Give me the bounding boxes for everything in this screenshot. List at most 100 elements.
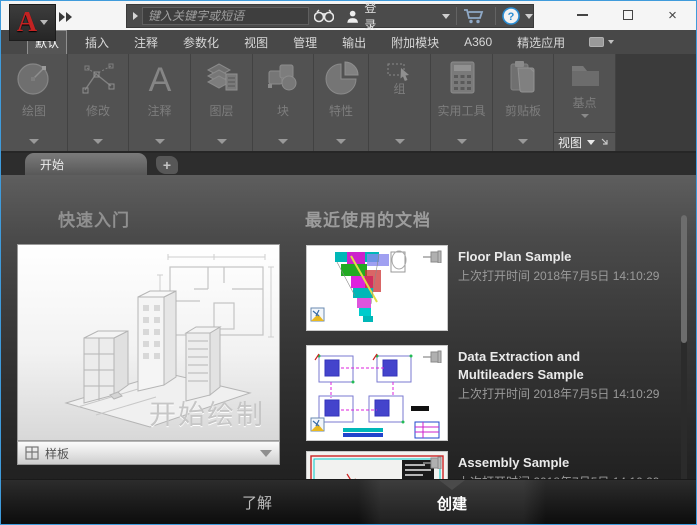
tab-output[interactable]: 输出	[335, 31, 373, 54]
panel-basepoint-expander[interactable]	[581, 114, 589, 118]
minimize-icon	[577, 14, 588, 16]
panel-utilities-expander[interactable]	[457, 139, 467, 144]
panel-group: 组	[369, 54, 431, 151]
tab-insert[interactable]: 插入	[78, 31, 116, 54]
panel-annotate-label: 注释	[129, 104, 190, 118]
panel-modify-label: 修改	[68, 104, 128, 118]
start-file-tab[interactable]: 开始	[25, 153, 147, 175]
panel-properties-expander[interactable]	[336, 139, 346, 144]
template-icon	[25, 446, 39, 460]
block-shapes-icon	[253, 58, 313, 98]
tab-parametric[interactable]: 参数化	[176, 31, 226, 54]
dwg-file-icon	[310, 307, 327, 327]
panel-basepoint-label: 基点	[554, 96, 615, 110]
ribbon-collapse-button[interactable]	[589, 37, 614, 47]
panel-utilities: 实用工具	[431, 54, 493, 151]
document-title: Floor Plan Sample	[458, 248, 659, 266]
quick-start-heading: 快速入门	[58, 206, 130, 231]
help-icon: ?	[502, 7, 520, 25]
logo-dropdown-icon	[40, 20, 48, 25]
panel-clipboard-expander[interactable]	[518, 139, 528, 144]
dwg-file-icon	[310, 417, 327, 437]
close-button[interactable]: ×	[650, 1, 695, 29]
search-prompt-icon	[133, 12, 138, 20]
panel-clipboard-label: 剪贴板	[493, 104, 553, 118]
help-dropdown-icon[interactable]	[525, 14, 533, 19]
panel-layers-expander[interactable]	[217, 139, 227, 144]
learn-button[interactable]: 了解	[201, 480, 313, 525]
maximize-button[interactable]	[605, 1, 650, 29]
recent-document-row[interactable]: Floor Plan Sample 上次打开时间 2018年7月5日 14:10…	[306, 245, 686, 331]
view-switcher-label: 视图	[558, 134, 582, 151]
footer-nav: 了解 创建	[1, 479, 696, 525]
plus-icon: +	[163, 157, 171, 173]
create-pointer-triangle	[439, 480, 465, 490]
start-drawing-caption: 开始绘制	[149, 393, 265, 432]
autocad-logo-button[interactable]: A	[9, 4, 56, 41]
tab-manage[interactable]: 管理	[286, 31, 324, 54]
panel-modify: 修改	[68, 54, 129, 151]
panel-draw-expander[interactable]	[29, 139, 39, 144]
view-dropdown-icon	[587, 140, 595, 145]
panel-block-label: 块	[253, 104, 313, 118]
start-file-tab-label: 开始	[40, 156, 64, 173]
panel-clipboard: 剪贴板	[493, 54, 554, 151]
window-controls: ×	[560, 1, 696, 29]
tab-a360[interactable]: A360	[457, 32, 499, 52]
ribbon-tab-row: 默认 插入 注释 参数化 视图 管理 输出 附加模块 A360 精选应用	[1, 30, 696, 54]
panel-annotate-expander[interactable]	[155, 139, 165, 144]
pin-icon[interactable]	[422, 350, 442, 368]
ribbon-panels: 绘图 修改 A	[1, 54, 696, 151]
signin-dropdown-icon[interactable]	[442, 14, 450, 19]
view-switcher[interactable]: 视图	[554, 132, 615, 151]
panel-group-label: 组	[369, 82, 430, 96]
shopping-cart-icon	[463, 8, 485, 25]
app-window: × A 登录	[0, 0, 697, 525]
document-last-opened: 上次打开时间 2018年7月5日 14:10:29	[458, 386, 659, 402]
double-arrow-icon	[59, 12, 65, 22]
search-input[interactable]	[142, 7, 309, 25]
base-folder-icon	[554, 58, 615, 92]
signin-button[interactable]: 登录	[346, 0, 384, 33]
store-button[interactable]	[463, 8, 485, 25]
file-tab-bar: 开始 +	[1, 153, 696, 175]
panel-layers-label: 图层	[191, 104, 252, 118]
recent-scrollbar[interactable]	[681, 215, 687, 491]
search-button[interactable]	[314, 9, 334, 23]
panel-block-expander[interactable]	[278, 139, 288, 144]
tab-addins[interactable]: 附加模块	[384, 31, 446, 54]
template-bar[interactable]: 样板	[17, 441, 280, 465]
create-section: 创建	[358, 480, 546, 525]
template-dropdown-icon	[260, 450, 272, 457]
signin-label: 登录	[364, 0, 384, 33]
start-drawing-card[interactable]: 开始绘制	[17, 244, 280, 441]
template-label: 样板	[45, 445, 260, 462]
scrollbar-thumb[interactable]	[681, 215, 687, 343]
recent-document-row[interactable]: Data Extraction and Multileaders Sample …	[306, 345, 686, 441]
panel-group-expander[interactable]	[395, 139, 405, 144]
tab-annotate[interactable]: 注释	[127, 31, 165, 54]
tab-view[interactable]: 视图	[237, 31, 275, 54]
document-info: Floor Plan Sample 上次打开时间 2018年7月5日 14:10…	[458, 245, 659, 331]
panel-annotate: A 注释	[129, 54, 191, 151]
svg-text:A: A	[148, 61, 171, 98]
minimize-button[interactable]	[560, 1, 605, 29]
panel-modify-expander[interactable]	[93, 139, 103, 144]
modify-nodes-icon	[68, 58, 128, 98]
new-tab-button[interactable]: +	[156, 156, 178, 174]
panel-draw: 绘图	[1, 54, 68, 151]
panel-block: 块	[253, 54, 314, 151]
draw-circle-icon	[1, 58, 67, 98]
pin-icon[interactable]	[422, 456, 442, 474]
help-button[interactable]: ?	[502, 7, 520, 25]
tab-featured-apps[interactable]: 精选应用	[510, 31, 572, 54]
view-launcher-icon	[601, 138, 609, 146]
recent-documents-heading: 最近使用的文档	[305, 206, 431, 231]
document-info: Data Extraction and Multileaders Sample …	[458, 345, 659, 441]
pin-icon[interactable]	[422, 250, 442, 268]
search-strip: 登录 ?	[126, 4, 534, 28]
svg-text:?: ?	[508, 11, 515, 23]
user-icon	[346, 8, 359, 25]
qat-expand-button[interactable]	[59, 10, 77, 24]
ribbon-panel-icon	[589, 37, 604, 47]
